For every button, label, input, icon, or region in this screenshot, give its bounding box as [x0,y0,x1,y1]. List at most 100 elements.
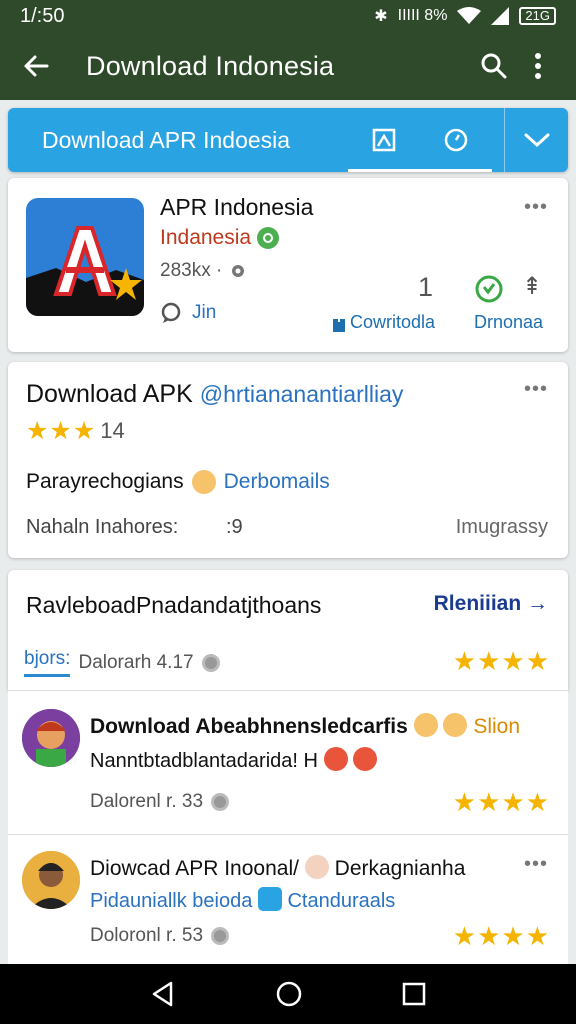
overflow-menu-button[interactable] [516,44,560,88]
status-icons: ✱ IIIII 8% 21G [374,6,556,26]
page-title: Download Indonesia [86,50,335,81]
expand-button[interactable] [505,108,568,172]
comments[interactable]: Jin [160,302,216,324]
meta-tag[interactable]: Derbomails [224,470,330,494]
info-title: Download APK @hrtiananantiarlliay [26,380,403,409]
settings-icon [232,265,245,277]
search-button[interactable] [472,44,516,88]
app-more-button[interactable]: ••• [524,196,548,219]
tab-title[interactable]: Download APR Indoesia [8,127,348,154]
nav-recents-icon[interactable] [401,981,427,1007]
stat-number: 1 [418,272,434,302]
info-bottom-right: Imugrassy [455,516,548,538]
status-bar: 1/:50 ✱ IIIII 8% 21G [0,0,576,32]
review-title-text: Diowcad APR Inoonal/ [90,857,299,880]
info-meta: Parayrechogians Derbomails [26,470,330,494]
review-title2-text: Derkagnianha [334,857,466,880]
avatar[interactable] [22,851,80,909]
review-stars: ★★★★ [452,921,550,951]
cell-icon [491,7,510,25]
info-title-text: Download APK [26,380,193,408]
download-tab-bar: Download APR Indoesia [8,108,568,172]
emoji-icon [413,713,438,737]
review-date: Dalorenl r. 33 [90,791,230,813]
tab-image[interactable] [348,108,420,172]
battery-icon: 21G [519,7,556,25]
review-subtitle-text: Nanntbtadblantadarida! H [90,750,318,772]
review-title: Download Abeabhnensledcarfis Slion [90,713,520,739]
comment-icon [161,302,181,323]
image-icon [372,128,396,152]
comment-text: Jin [192,302,217,323]
review-stars: ★★★★ [452,787,550,817]
person-avatar-icon [22,851,80,909]
tab-timer[interactable] [420,108,492,172]
download-alt-button[interactable]: Drnonaa [474,312,543,333]
heart-emoji-icon [323,747,348,771]
nav-back-icon[interactable] [149,980,177,1008]
chevron-down-icon [524,133,549,148]
verified-icon [257,227,280,249]
timer-icon [444,128,468,152]
info-bottom-label: Nahaln Inahores: [26,516,179,538]
app-name: APR Indonesia [160,194,314,220]
heart-emoji-icon [353,747,378,771]
review-subtag[interactable]: Ctanduraals [287,890,395,912]
review-subtitle-text: Pidauniallk beioda [90,890,253,912]
emoji-icon [443,713,468,737]
status-dot-icon [201,653,220,672]
info-card: Download APK @hrtiananantiarlliay ••• ★★… [8,362,568,558]
review-date-text: Dalorenl r. 33 [90,791,204,812]
info-handle[interactable]: @hrtiananantiarlliay [200,381,404,407]
reviews-stars: ★★★★ [452,646,550,676]
meta-text: Parayrechogians [26,470,184,493]
search-icon [481,53,507,79]
review-title: Diowcad APR Inoonal/ Derkagnianha [90,855,465,881]
review-item[interactable]: Diowcad APR Inoonal/ Derkagnianha ••• Pi… [8,834,568,964]
review-subtitle: Nanntbtadblantadarida! H [90,747,378,773]
download-label: Cowritodla [350,312,436,332]
reviews-link[interactable]: Rleniiian → [434,592,548,616]
reviews-tab[interactable]: bjors: [24,648,71,677]
arrow-left-icon [24,55,49,77]
review-title-text: Download Abeabhnensledcarfis [90,715,408,738]
size-text: 283kx · [160,260,223,281]
share-icon[interactable]: ⇞ [522,272,542,301]
more-vert-icon [535,53,541,79]
review-date: Doloronl r. 53 [90,925,230,947]
wifi-icon [457,7,482,24]
check-circle-icon [475,275,503,303]
reviews-tab-text: Dalorarh 4.17 [78,651,194,673]
review-more-button[interactable]: ••• [524,853,548,876]
info-bottom-value: :9 [226,516,243,538]
rating-count: 14 [100,418,125,443]
review-subtitle: Pidauniallk beioda Ctanduraals [90,887,395,913]
developer-name: Indanesia [160,226,252,249]
system-nav-bar [0,964,576,1024]
cartoon-avatar-icon [22,709,80,767]
download-button[interactable]: Cowritodla [332,312,435,333]
app-logo-icon [26,198,144,316]
app-icon[interactable] [26,198,144,316]
app-bar: Download Indonesia [0,32,576,100]
app-card: APR Indonesia Indanesia 283kx · Jin 1 ⇞ … [8,178,568,352]
reviews-tab-row: bjors: Dalorarh 4.17 [24,648,220,677]
app-size: 283kx · [160,260,248,282]
info-rating: ★★★ 14 [26,416,125,446]
reviews-card: RavleboadPnadandatjthoans Rleniiian → bj… [8,570,568,690]
review-item[interactable]: Download Abeabhnensledcarfis Slion Nannt… [8,690,568,834]
download-icon [333,313,345,332]
app-emoji-icon [257,887,282,911]
nav-home-icon[interactable] [275,980,303,1008]
info-more-button[interactable]: ••• [524,378,548,401]
back-button[interactable] [16,46,56,86]
bluetooth-icon: ✱ [374,8,388,25]
check-download-button[interactable] [474,274,504,309]
app-developer[interactable]: Indanesia [160,226,280,250]
review-date-text: Doloronl r. 53 [90,925,204,946]
status-time: 1/:50 [20,4,65,27]
signal-text: IIIII 8% [397,7,448,24]
review-tag: Slion [473,715,521,738]
avatar[interactable] [22,709,80,767]
rating-stars: ★★★ [26,417,97,445]
